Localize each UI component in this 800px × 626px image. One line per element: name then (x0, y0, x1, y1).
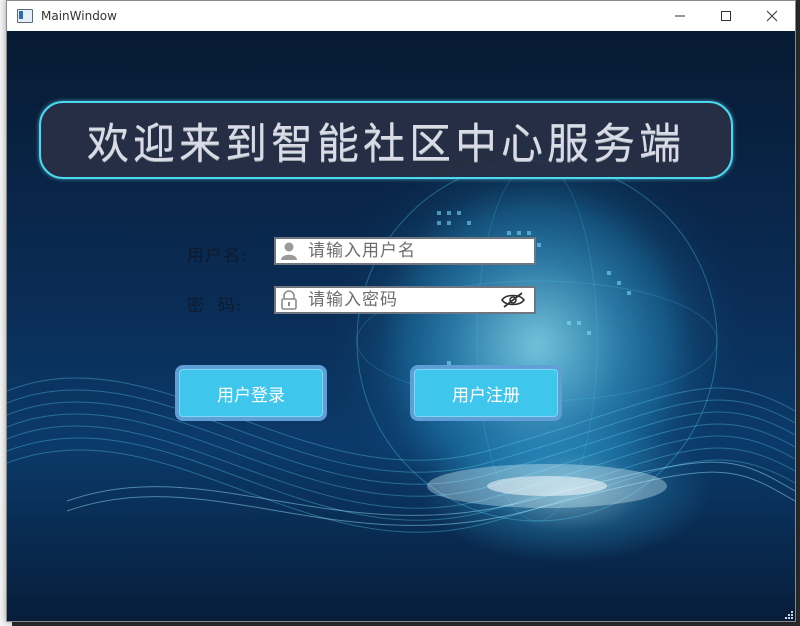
username-input[interactable] (308, 241, 488, 261)
eye-off-icon[interactable] (500, 291, 526, 313)
maximize-button[interactable] (703, 1, 749, 31)
username-field[interactable] (274, 237, 536, 265)
password-label: 密 码: (187, 291, 243, 316)
close-button[interactable] (749, 1, 795, 31)
password-input[interactable] (308, 290, 488, 310)
close-icon (766, 10, 778, 22)
welcome-title: 欢迎来到智能社区中心服务端 (86, 118, 685, 168)
window-title: MainWindow (41, 9, 117, 23)
minimize-button[interactable] (657, 1, 703, 31)
app-window-icon (17, 9, 33, 23)
window-controls (657, 1, 795, 31)
password-field[interactable] (274, 286, 536, 314)
lock-icon (278, 289, 300, 311)
username-label: 用户名: (187, 246, 248, 266)
maximize-icon (721, 11, 731, 21)
register-button[interactable]: 用户注册 (410, 365, 562, 421)
minimize-icon (675, 15, 685, 17)
login-button[interactable]: 用户登录 (175, 365, 327, 421)
user-icon (278, 240, 300, 262)
welcome-banner: 欢迎来到智能社区中心服务端 (39, 101, 733, 179)
password-label-text: 密 码: (187, 296, 243, 316)
main-window: MainWindow 欢迎来到智能社区中心服务端 用户名: 请输入用户名 密 码… (6, 0, 796, 622)
resize-grip-icon[interactable] (783, 609, 793, 619)
login-panel: 欢迎来到智能社区中心服务端 用户名: 密 码: 用户登录 用户注册 (7, 31, 795, 621)
title-bar[interactable]: MainWindow (7, 1, 795, 31)
